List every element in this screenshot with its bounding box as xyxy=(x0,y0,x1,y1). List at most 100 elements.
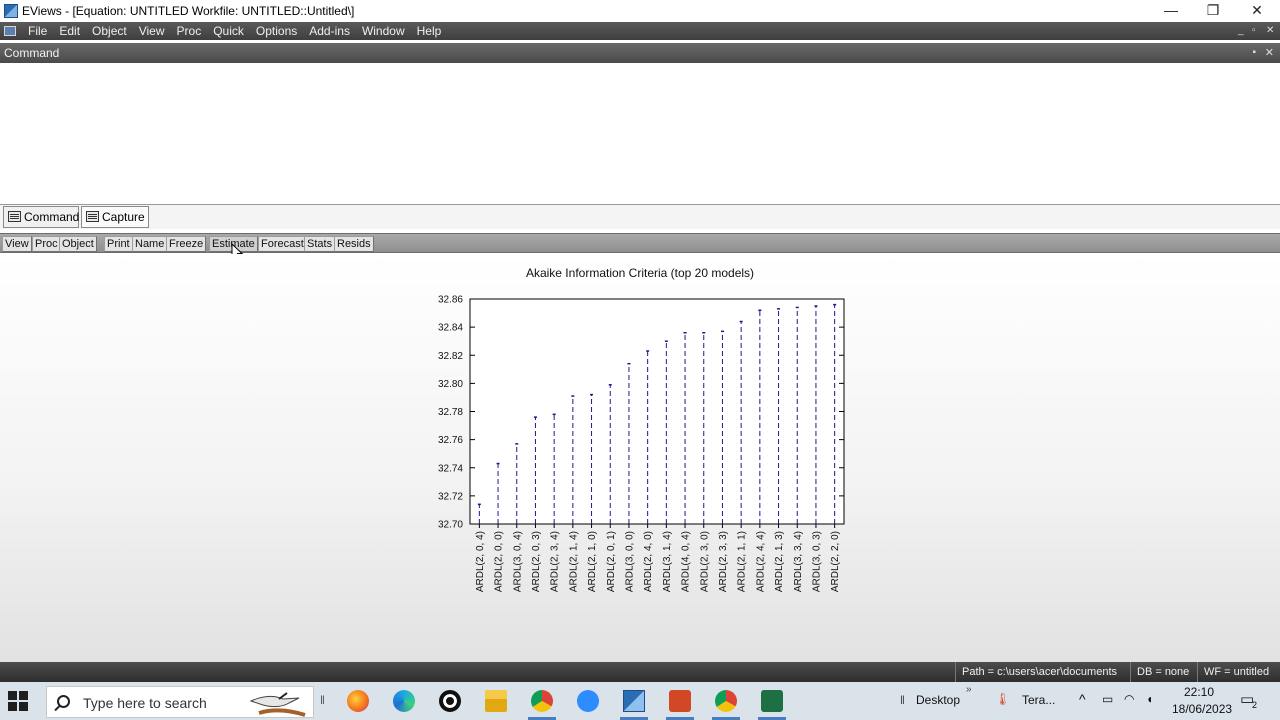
meet-now-icon[interactable]: ▭ xyxy=(1102,692,1113,706)
menu-file[interactable]: File xyxy=(22,24,53,38)
file-explorer-icon[interactable] xyxy=(485,690,507,712)
command-panel-close-icon[interactable]: ✕ xyxy=(1265,43,1274,63)
y-tick-label: 32.84 xyxy=(438,323,463,334)
weather-label[interactable]: Tera... xyxy=(1022,693,1055,707)
x-tick-label: ARDL(2, 0, 3) xyxy=(531,531,542,592)
window-title: EViews - [Equation: UNTITLED Workfile: U… xyxy=(22,4,355,18)
freeze-button[interactable]: Freeze xyxy=(166,236,207,252)
tab-command[interactable]: Command xyxy=(3,206,79,228)
name-button[interactable]: Name xyxy=(132,236,168,252)
y-tick-label: 32.86 xyxy=(438,295,463,306)
menu-bar: File Edit Object View Proc Quick Options… xyxy=(0,22,1280,40)
chrome-profile-icon[interactable] xyxy=(715,690,737,712)
x-tick-label: ARDL(2, 3, 4) xyxy=(550,531,561,592)
stats-button[interactable]: Stats xyxy=(304,236,336,252)
menu-view[interactable]: View xyxy=(133,24,171,38)
desktop-toolbar-separator: ‖ xyxy=(900,693,905,707)
proc-button[interactable]: Proc xyxy=(32,236,61,252)
mdi-close-button[interactable]: ✕ xyxy=(1266,25,1274,36)
command-tab-strip: Command Capture xyxy=(0,205,1280,229)
chrome-icon[interactable] xyxy=(531,690,553,712)
desktop-toolbar-label[interactable]: Desktop xyxy=(916,693,960,707)
notification-count: 2 xyxy=(1252,700,1258,710)
eviews-app-icon xyxy=(4,4,18,18)
command-panel-header: Command ▪ ✕ xyxy=(0,43,1280,63)
y-tick-label: 32.78 xyxy=(438,407,463,418)
status-bar: Path = c:\users\acer\documents DB = none… xyxy=(0,662,1280,682)
taskbar-search-box[interactable]: Type here to search xyxy=(46,686,314,718)
windows-start-icon[interactable] xyxy=(8,691,28,711)
capture-window-icon xyxy=(86,211,99,222)
view-button[interactable]: View xyxy=(2,236,32,252)
firefox-icon[interactable] xyxy=(347,690,369,712)
x-tick-label: ARDL(2, 1, 0) xyxy=(587,531,598,592)
document-menu-icon[interactable] xyxy=(4,26,16,36)
eviews-icon[interactable] xyxy=(623,690,645,712)
close-button[interactable]: ✕ xyxy=(1234,0,1280,22)
status-db: DB = none xyxy=(1130,662,1195,682)
equation-toolbar: View Proc Object Print Name Freeze Estim… xyxy=(0,233,1280,253)
weather-icon[interactable]: 🌡 xyxy=(995,692,1010,706)
status-wf: WF = untitled xyxy=(1197,662,1275,682)
x-tick-label: ARDL(2, 4, 0) xyxy=(643,531,654,592)
menu-window[interactable]: Window xyxy=(356,24,411,38)
x-tick-label: ARDL(2, 1, 1) xyxy=(737,531,748,592)
volume-icon[interactable]: ◖ xyxy=(1146,692,1153,706)
mdi-minimize-button[interactable]: _ xyxy=(1238,25,1244,36)
y-tick-label: 32.72 xyxy=(438,491,463,502)
print-button[interactable]: Print xyxy=(104,236,133,252)
x-tick-label: ARDL(3, 0, 0) xyxy=(624,531,635,592)
y-tick-label: 32.80 xyxy=(438,379,463,390)
chart-title: Akaike Information Criteria (top 20 mode… xyxy=(525,266,755,280)
menu-proc[interactable]: Proc xyxy=(171,24,208,38)
x-tick-label: ARDL(2, 0, 1) xyxy=(606,531,617,592)
x-tick-label: ARDL(3, 3, 4) xyxy=(793,531,804,592)
forecast-button[interactable]: Forecast xyxy=(258,236,307,252)
tab-capture-label: Capture xyxy=(102,210,145,224)
x-tick-label: ARDL(2, 3, 3) xyxy=(718,531,729,592)
chart-plot-frame xyxy=(469,298,845,525)
y-tick-label: 32.70 xyxy=(438,520,463,531)
tray-overflow-chevron-icon[interactable]: ^ xyxy=(1079,691,1086,707)
task-view-separator: ‖ xyxy=(320,693,325,707)
zoom-icon[interactable] xyxy=(577,690,599,712)
x-tick-label: ARDL(2, 2, 0) xyxy=(830,531,841,592)
wifi-icon[interactable]: ◠ xyxy=(1124,692,1134,706)
menu-object[interactable]: Object xyxy=(86,24,133,38)
status-path: Path = c:\users\acer\documents xyxy=(955,662,1123,682)
edge-icon[interactable] xyxy=(393,690,415,712)
clock-time[interactable]: 22:10 xyxy=(1184,685,1214,699)
resids-button[interactable]: Resids xyxy=(334,236,374,252)
object-button[interactable]: Object xyxy=(59,236,97,252)
restore-button[interactable]: ❐ xyxy=(1190,0,1236,22)
search-highlight-bird-icon xyxy=(249,692,306,717)
menu-quick[interactable]: Quick xyxy=(207,24,250,38)
x-tick-label: ARDL(3, 0, 4) xyxy=(512,531,523,592)
tab-capture[interactable]: Capture xyxy=(81,206,149,228)
clock-date[interactable]: 18/06/2023 xyxy=(1172,702,1232,716)
x-tick-label: ARDL(3, 1, 4) xyxy=(662,531,673,592)
menu-add-ins[interactable]: Add-ins xyxy=(303,24,356,38)
windows-taskbar: Type here to search ‖ ‖ Desktop » 🌡 Tera… xyxy=(0,682,1280,720)
menu-edit[interactable]: Edit xyxy=(53,24,86,38)
y-tick-label: 32.76 xyxy=(438,435,463,446)
command-input-area[interactable] xyxy=(0,63,1280,205)
mdi-restore-button[interactable]: ▫ xyxy=(1252,25,1256,36)
command-window-icon xyxy=(8,211,21,222)
x-tick-label: ARDL(2, 3, 0) xyxy=(699,531,710,592)
tab-command-label: Command xyxy=(24,210,80,224)
x-tick-label: ARDL(2, 1, 3) xyxy=(774,531,785,592)
toolbar-overflow-icon[interactable]: » xyxy=(966,684,972,695)
x-tick-label: ARDL(2, 1, 4) xyxy=(568,531,579,592)
x-tick-label: ARDL(2, 4, 4) xyxy=(755,531,766,592)
menu-help[interactable]: Help xyxy=(411,24,448,38)
x-tick-label: ARDL(3, 0, 3) xyxy=(811,531,822,592)
pin-icon[interactable]: ▪ xyxy=(1252,43,1256,63)
media-icon[interactable] xyxy=(439,690,461,712)
excel-icon[interactable] xyxy=(761,690,783,712)
command-panel-title: Command xyxy=(4,46,60,60)
aic-chart: 32.86 32.84 32.82 32.80 32.78 32.76 32.74 32.72… xyxy=(438,295,845,592)
minimize-button[interactable]: — xyxy=(1148,0,1194,22)
powerpoint-icon[interactable] xyxy=(669,690,691,712)
menu-options[interactable]: Options xyxy=(250,24,303,38)
